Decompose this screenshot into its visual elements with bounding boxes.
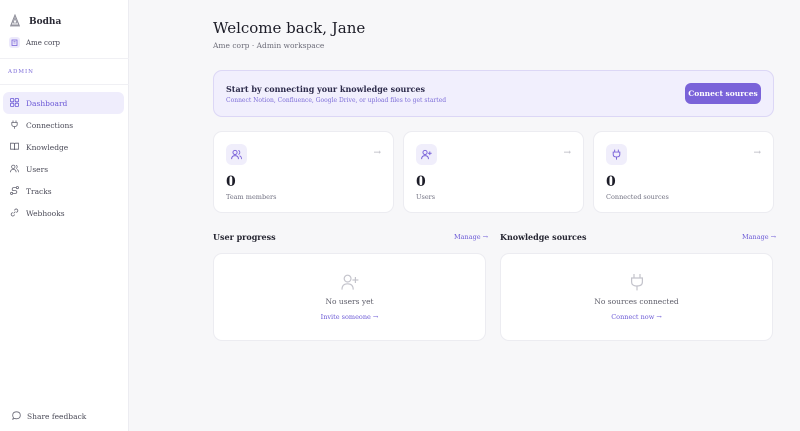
stat-card-users[interactable]: → 0 Users — [403, 131, 584, 213]
org-name: Ame corp — [26, 38, 61, 47]
banner-title: Start by connecting your knowledge sourc… — [226, 84, 426, 94]
sidebar-item-label: Tracks — [26, 186, 52, 196]
banner-subtitle: Connect Notion, Confluence, Google Drive… — [226, 97, 447, 104]
stat-card-team-members[interactable]: → 0 Team members — [213, 131, 394, 213]
link-icon — [10, 208, 19, 219]
logo-icon — [9, 12, 21, 31]
sidebar-item-users[interactable]: Users — [3, 158, 124, 180]
main-content: Welcome back, Jane Ame corp · Admin work… — [129, 0, 800, 431]
stat-label: Team members — [226, 193, 277, 201]
sidebar-item-tracks[interactable]: Tracks — [3, 180, 124, 202]
manage-sources-link[interactable]: Manage → — [742, 233, 776, 241]
connect-now-link[interactable]: Connect now → — [501, 313, 772, 321]
sidebar-nav: Dashboard Connections Knowledge Users Tr… — [3, 92, 124, 224]
brand[interactable]: Bodha — [9, 12, 61, 31]
user-plus-icon — [416, 144, 437, 165]
manage-users-link[interactable]: Manage → — [454, 233, 488, 241]
org-switcher[interactable]: Ame corp — [9, 37, 60, 48]
sidebar: Bodha Ame corp ADMIN Dashboard Connectio… — [0, 0, 129, 431]
divider — [0, 84, 129, 85]
sidebar-item-label: Dashboard — [26, 98, 68, 108]
stat-value: 0 — [226, 174, 236, 190]
message-icon — [12, 411, 21, 422]
section-title-user-progress: User progress — [213, 232, 276, 242]
divider — [0, 58, 129, 59]
sidebar-item-dashboard[interactable]: Dashboard — [3, 92, 124, 114]
sidebar-item-connections[interactable]: Connections — [3, 114, 124, 136]
share-feedback-button[interactable]: Share feedback — [12, 411, 86, 422]
section-label-admin: ADMIN — [8, 69, 34, 75]
plug-icon — [10, 120, 19, 131]
sidebar-item-webhooks[interactable]: Webhooks — [3, 202, 124, 224]
book-icon — [10, 142, 19, 153]
arrow-right-icon: → — [563, 148, 571, 158]
users-icon — [10, 164, 19, 175]
users-icon — [226, 144, 247, 165]
brand-name: Bodha — [29, 16, 62, 27]
plug-icon — [628, 273, 646, 295]
page-subtitle: Ame corp · Admin workspace — [213, 41, 325, 50]
sidebar-item-label: Webhooks — [26, 208, 65, 218]
sidebar-item-label: Connections — [26, 120, 74, 130]
sidebar-item-label: Knowledge — [26, 142, 69, 152]
building-icon — [9, 37, 20, 48]
knowledge-sources-panel: No sources connected Connect now → — [500, 253, 773, 341]
stat-value: 0 — [416, 174, 426, 190]
onboarding-banner: Start by connecting your knowledge sourc… — [213, 70, 774, 117]
route-icon — [10, 185, 19, 197]
plug-icon — [606, 144, 627, 165]
section-title-knowledge-sources: Knowledge sources — [500, 232, 587, 242]
stat-card-connected-sources[interactable]: → 0 Connected sources — [593, 131, 774, 213]
invite-someone-link[interactable]: Invite someone → — [214, 313, 485, 321]
stat-label: Users — [416, 193, 436, 201]
arrow-right-icon: → — [753, 148, 761, 158]
stat-label: Connected sources — [606, 193, 669, 201]
share-feedback-label: Share feedback — [27, 412, 87, 421]
sidebar-item-label: Users — [26, 164, 49, 174]
arrow-right-icon: → — [373, 148, 381, 158]
empty-state-text: No users yet — [325, 297, 374, 306]
user-plus-icon — [340, 273, 359, 295]
stat-value: 0 — [606, 174, 616, 190]
connect-sources-button[interactable]: Connect sources — [685, 83, 761, 104]
sidebar-item-knowledge[interactable]: Knowledge — [3, 136, 124, 158]
empty-state-text: No sources connected — [594, 297, 679, 306]
user-progress-panel: No users yet Invite someone → — [213, 253, 486, 341]
dashboard-icon — [10, 97, 19, 109]
page-title: Welcome back, Jane — [213, 19, 366, 37]
